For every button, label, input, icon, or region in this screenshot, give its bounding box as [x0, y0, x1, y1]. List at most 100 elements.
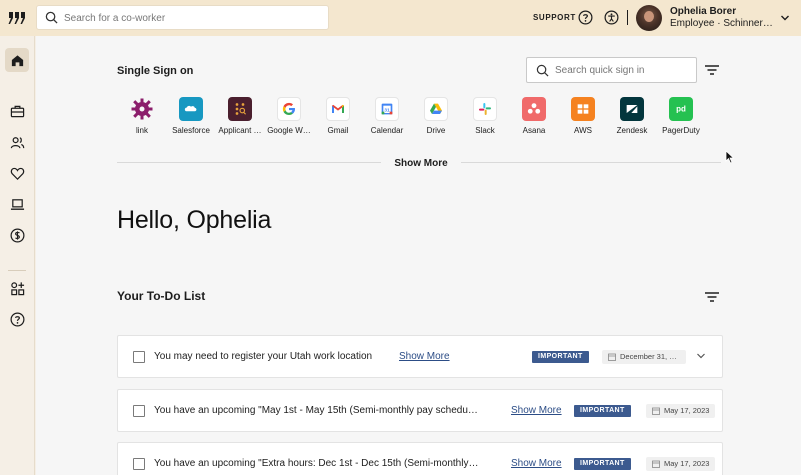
svg-text:pd: pd — [676, 105, 686, 114]
calendar-small-icon — [652, 460, 660, 468]
zendesk-icon — [620, 97, 644, 121]
due-date-chip: December 31, … — [602, 350, 686, 364]
sso-app-label: Gmail — [327, 126, 349, 135]
todo-item[interactable]: You may need to register your Utah work … — [117, 335, 723, 378]
topbar-divider — [627, 10, 628, 25]
aws-icon — [571, 97, 595, 121]
google-icon — [277, 97, 301, 121]
todo-show-more-link[interactable]: Show More — [399, 351, 450, 362]
top-bar: SUPPORT Ophelia Borer Employee · Schinne… — [0, 0, 801, 36]
calendar-small-icon — [652, 407, 660, 415]
sso-app-label: PagerDuty — [662, 126, 700, 135]
support-link[interactable]: SUPPORT — [533, 13, 576, 22]
user-name[interactable]: Ophelia Borer — [670, 6, 736, 17]
svg-text:31: 31 — [384, 108, 390, 113]
todo-item[interactable]: You have an upcoming "Extra hours: Dec 1… — [117, 442, 723, 475]
sidebar-item-apps[interactable] — [5, 276, 29, 300]
gmail-icon — [326, 97, 350, 121]
accessibility-icon[interactable] — [604, 10, 619, 25]
filter-icon[interactable] — [704, 292, 719, 302]
sso-app-pagerduty[interactable]: pd PagerDuty — [656, 97, 706, 135]
briefcase-icon — [10, 105, 24, 117]
salesforce-icon — [179, 97, 203, 121]
sso-app-label: Zendesk — [616, 126, 648, 135]
sso-app-drive[interactable]: Drive — [411, 97, 461, 135]
due-date: May 17, 2023 — [664, 406, 710, 415]
sidebar — [0, 36, 35, 475]
gear-link-icon — [130, 97, 154, 121]
main-content: Single Sign on link Salesforce Applic — [36, 36, 801, 475]
quick-signin-search[interactable] — [526, 57, 697, 83]
todo-text: You may need to register your Utah work … — [154, 351, 373, 362]
dollar-icon — [10, 228, 24, 242]
sidebar-item-briefcase[interactable] — [5, 99, 29, 123]
mouse-cursor-icon — [725, 150, 735, 164]
sso-app-label: AWS — [574, 126, 592, 135]
sso-app-label: Salesforce — [172, 126, 210, 135]
sso-app-label: Asana — [522, 126, 546, 135]
sso-app-label: Applicant … — [218, 126, 262, 135]
sidebar-divider — [8, 270, 26, 271]
todo-show-more-link[interactable]: Show More — [511, 458, 562, 469]
slack-icon — [473, 97, 497, 121]
sidebar-item-payroll[interactable] — [5, 223, 29, 247]
sidebar-item-home[interactable] — [5, 48, 29, 72]
sidebar-item-devices[interactable] — [5, 192, 29, 216]
todo-item[interactable]: You have an upcoming "May 1st - May 15th… — [117, 389, 723, 432]
search-icon — [536, 64, 549, 77]
sso-app-gmail[interactable]: Gmail — [313, 97, 363, 135]
home-icon — [11, 54, 23, 66]
sso-app-label: Calendar — [370, 126, 404, 135]
todo-checkbox[interactable] — [133, 405, 145, 417]
coworker-search[interactable] — [36, 5, 329, 30]
filter-icon[interactable] — [704, 65, 719, 75]
laptop-icon — [10, 198, 24, 210]
sso-show-more-button[interactable]: Show More — [381, 156, 461, 170]
page-title: Hello, Ophelia — [117, 206, 272, 234]
avatar[interactable] — [636, 5, 662, 31]
sso-app-asana[interactable]: Asana — [509, 97, 559, 135]
sidebar-item-help[interactable] — [5, 307, 29, 331]
sso-app-applicant[interactable]: Applicant … — [215, 97, 265, 135]
sso-section-title: Single Sign on — [117, 65, 194, 77]
chevron-down-icon[interactable] — [696, 352, 706, 360]
user-role[interactable]: Employee · Schinner… — [670, 18, 773, 29]
search-icon — [45, 11, 58, 24]
sso-app-label: Slack — [475, 126, 495, 135]
sso-app-label: link — [135, 126, 148, 135]
heart-icon — [10, 167, 24, 180]
sidebar-item-people[interactable] — [5, 130, 29, 154]
due-date-chip: May 17, 2023 — [646, 404, 716, 418]
sidebar-item-benefits[interactable] — [5, 161, 29, 185]
pagerduty-icon: pd — [669, 97, 693, 121]
chevron-down-icon[interactable] — [780, 14, 790, 22]
apps-icon — [10, 281, 24, 295]
quick-signin-search-input[interactable] — [555, 62, 693, 79]
important-badge: IMPORTANT — [574, 458, 631, 470]
help-icon[interactable] — [578, 10, 593, 25]
sso-app-salesforce[interactable]: Salesforce — [166, 97, 216, 135]
sso-app-link[interactable]: link — [117, 97, 167, 135]
sso-app-calendar[interactable]: 31 Calendar — [362, 97, 412, 135]
sso-app-zendesk[interactable]: Zendesk — [607, 97, 657, 135]
sso-app-google-workspace[interactable]: Google W… — [264, 97, 314, 135]
company-logo-icon[interactable] — [8, 10, 26, 26]
important-badge: IMPORTANT — [574, 405, 631, 417]
coworker-search-input[interactable] — [64, 9, 324, 27]
todo-checkbox[interactable] — [133, 351, 145, 363]
help-icon — [10, 312, 24, 326]
important-badge: IMPORTANT — [532, 351, 589, 363]
sso-app-aws[interactable]: AWS — [558, 97, 608, 135]
todo-show-more-link[interactable]: Show More — [511, 405, 562, 416]
due-date: December 31, … — [620, 352, 677, 361]
sso-app-label: Google W… — [267, 126, 311, 135]
asana-icon — [522, 97, 546, 121]
people-icon — [10, 136, 24, 148]
sso-app-label: Drive — [426, 126, 446, 135]
todo-checkbox[interactable] — [133, 458, 145, 470]
due-date: May 17, 2023 — [664, 459, 710, 468]
drive-icon — [424, 97, 448, 121]
sso-app-slack[interactable]: Slack — [460, 97, 510, 135]
calendar-small-icon — [608, 353, 616, 361]
todo-text: You have an upcoming "May 1st - May 15th… — [154, 405, 478, 416]
